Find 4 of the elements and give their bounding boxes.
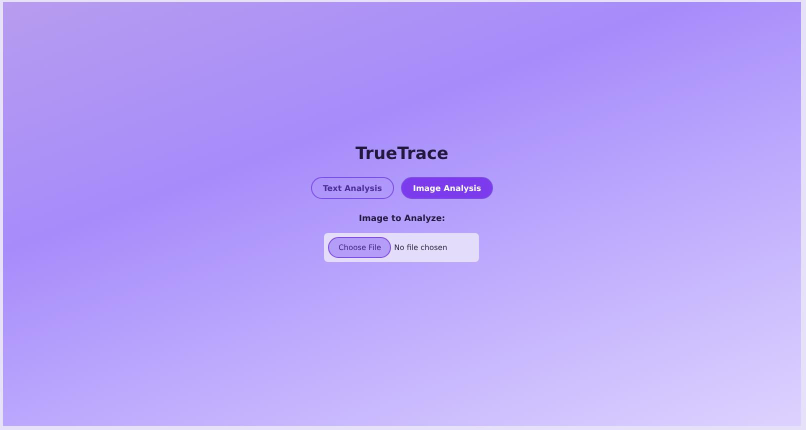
field-label: Image to Analyze: xyxy=(358,214,446,224)
tab[interactable]: Text Analysis xyxy=(310,177,394,199)
app-title: TrueTrace xyxy=(356,143,448,165)
tab[interactable]: Image Analysis xyxy=(400,177,494,199)
